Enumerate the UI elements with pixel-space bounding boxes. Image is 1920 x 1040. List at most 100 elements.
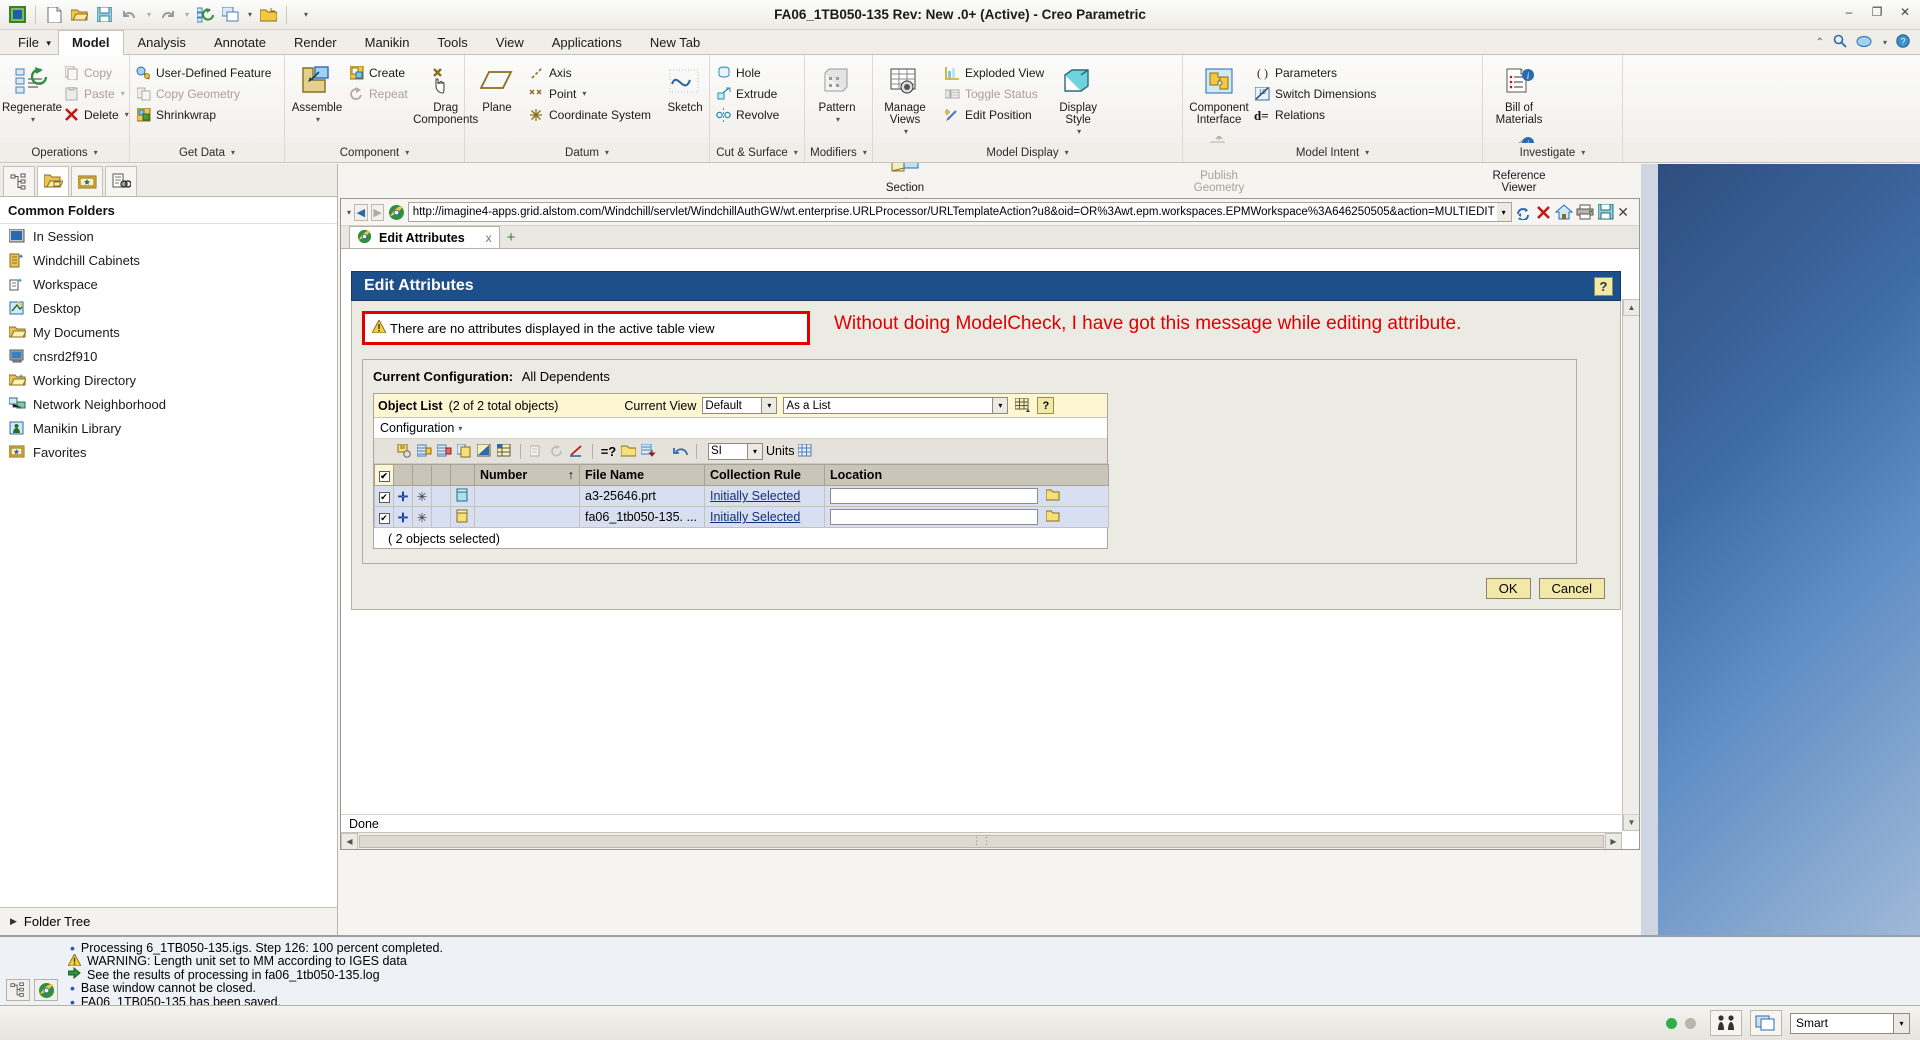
col-file-name[interactable]: File Name: [580, 465, 705, 486]
units-select[interactable]: SI ▾: [708, 443, 763, 460]
table-row[interactable]: ✔ ✛ ✳ fa06_1tb050-135. ...: [375, 507, 1109, 528]
group-label-component[interactable]: Component▾: [285, 143, 465, 162]
tab-model[interactable]: Model: [58, 30, 124, 55]
stop-icon[interactable]: [1535, 201, 1552, 223]
sidebar-item-manikin-library[interactable]: Manikin Library: [0, 416, 337, 440]
model-tree-toggle-icon[interactable]: [6, 979, 30, 1001]
delete-button[interactable]: Delete ▾: [61, 104, 134, 125]
location-input[interactable]: [830, 509, 1038, 525]
new-browser-tab-icon[interactable]: +: [500, 229, 523, 248]
collection-rule-link[interactable]: Initially Selected: [710, 510, 800, 524]
redo-icon[interactable]: [156, 4, 178, 26]
create-button[interactable]: Create: [346, 62, 413, 83]
restore-button[interactable]: ❐: [1868, 4, 1886, 20]
delete-dropdown-icon[interactable]: ▾: [125, 110, 129, 119]
row-checkbox-cell[interactable]: ✔: [375, 507, 394, 528]
table-layout-icon[interactable]: [496, 443, 513, 460]
tab-new-tab[interactable]: New Tab: [636, 30, 714, 54]
connections-tab[interactable]: [105, 166, 137, 196]
browser-toggle-icon[interactable]: [34, 979, 58, 1001]
cancel-button[interactable]: Cancel: [1539, 578, 1605, 599]
ok-button[interactable]: OK: [1486, 578, 1531, 599]
regenerate-icon[interactable]: [194, 4, 216, 26]
col-collection-rule[interactable]: Collection Rule: [705, 465, 825, 486]
home-icon[interactable]: [1555, 201, 1573, 223]
plane-button[interactable]: Plane: [468, 58, 526, 114]
sidebar-item-desktop[interactable]: Desktop: [0, 296, 337, 320]
group-label-datum[interactable]: Datum▾: [465, 143, 710, 162]
back-button[interactable]: ◀: [354, 204, 368, 221]
quick-link-dropdown-icon[interactable]: ▾: [1883, 38, 1887, 47]
sidebar-item-working-directory[interactable]: Working Directory: [0, 368, 337, 392]
bill-of-materials-button[interactable]: i Bill of Materials: [1486, 58, 1552, 126]
browser-vertical-scrollbar[interactable]: ▲ ▼: [1622, 299, 1639, 831]
cell-collection-rule[interactable]: Initially Selected: [705, 507, 825, 528]
tab-tools[interactable]: Tools: [423, 30, 481, 54]
selection-filter-select[interactable]: Smart ▾: [1790, 1013, 1910, 1034]
chart-icon[interactable]: [476, 443, 493, 460]
assemble-button[interactable]: Assemble ▾: [288, 58, 346, 126]
current-view-select[interactable]: Default ▾: [702, 397, 777, 414]
tab-file[interactable]: File: [4, 30, 58, 54]
manikin-icon[interactable]: [1710, 1010, 1742, 1036]
group-label-model-intent[interactable]: Model Intent▾: [1183, 143, 1483, 162]
row-checkbox[interactable]: ✔: [379, 513, 390, 524]
regenerate-button[interactable]: Regenerate ▾: [3, 58, 61, 126]
sidebar-item-windchill-cabinets[interactable]: Windchill Cabinets: [0, 248, 337, 272]
group-label-get-data[interactable]: Get Data▾: [130, 143, 285, 162]
undo-icon[interactable]: [118, 4, 140, 26]
refresh-icon[interactable]: [1515, 201, 1532, 223]
units-table-icon[interactable]: [797, 443, 814, 460]
model-tree-tab[interactable]: [3, 166, 35, 196]
graphics-window[interactable]: [1658, 164, 1920, 935]
copy-rows-icon[interactable]: [456, 443, 473, 460]
clear-selection-icon[interactable]: [568, 443, 585, 460]
window-icon[interactable]: [219, 4, 241, 26]
window-dropdown-icon[interactable]: ▾: [244, 4, 254, 26]
window-layout-icon[interactable]: [1750, 1010, 1782, 1036]
browse-folder-icon[interactable]: [1046, 490, 1060, 504]
object-list-help-icon[interactable]: ?: [1037, 397, 1054, 414]
forward-button[interactable]: ▶: [371, 204, 385, 221]
minimize-button[interactable]: –: [1840, 4, 1858, 20]
shrinkwrap-button[interactable]: Shrinkwrap: [133, 104, 276, 125]
coordinate-system-button[interactable]: Coordinate System: [526, 104, 656, 125]
sidebar-item-in-session[interactable]: In Session: [0, 224, 337, 248]
browser-tab-edit-attributes[interactable]: Edit Attributes x: [349, 226, 500, 248]
group-label-investigate[interactable]: Investigate▾: [1483, 143, 1623, 162]
quick-link-icon[interactable]: [1856, 35, 1872, 51]
minimize-ribbon-icon[interactable]: ⌃: [1816, 37, 1824, 48]
pattern-dropdown-icon[interactable]: ▾: [836, 114, 840, 126]
select-all-header[interactable]: ✔: [375, 465, 394, 486]
col-location[interactable]: Location: [825, 465, 1109, 486]
hscroll-thumb[interactable]: ⋮⋮: [359, 835, 1604, 848]
scroll-right-button[interactable]: ▶: [1605, 833, 1622, 850]
scroll-up-button[interactable]: ▲: [1623, 299, 1639, 316]
row-checkbox[interactable]: ✔: [379, 492, 390, 503]
pattern-button[interactable]: Pattern ▾: [808, 58, 866, 126]
assemble-dropdown-icon[interactable]: ▾: [316, 114, 320, 126]
creo-logo-icon[interactable]: [6, 4, 28, 26]
component-interface-button[interactable]: Component Interface: [1186, 58, 1252, 126]
group-label-cut-surface[interactable]: Cut & Surface▾: [710, 143, 805, 162]
revolve-button[interactable]: Revolve: [713, 104, 784, 125]
close-window-icon[interactable]: [257, 4, 279, 26]
parameters-button[interactable]: ( ) Parameters: [1252, 62, 1381, 83]
switch-dimensions-button[interactable]: 15 Switch Dimensions: [1252, 83, 1381, 104]
close-browser-icon[interactable]: ✕: [1617, 204, 1635, 221]
sidebar-item-cnsrd2f910[interactable]: cnsrd2f910: [0, 344, 337, 368]
display-style-dropdown-icon[interactable]: ▾: [1077, 126, 1081, 138]
customize-qat-icon[interactable]: ▾: [294, 4, 316, 26]
tab-applications[interactable]: Applications: [538, 30, 636, 54]
scroll-left-button[interactable]: ◀: [341, 833, 358, 850]
save-icon[interactable]: [93, 4, 115, 26]
exploded-view-button[interactable]: Exploded View: [942, 62, 1049, 83]
tab-annotate[interactable]: Annotate: [200, 30, 280, 54]
favorites-tab[interactable]: [71, 166, 103, 196]
browse-folder-icon[interactable]: [1046, 511, 1060, 525]
tab-manikin[interactable]: Manikin: [351, 30, 424, 54]
point-button[interactable]: Point ▾: [526, 83, 656, 104]
select-all-checkbox[interactable]: ✔: [379, 471, 390, 482]
location-input[interactable]: [830, 488, 1038, 504]
tab-render[interactable]: Render: [280, 30, 351, 54]
